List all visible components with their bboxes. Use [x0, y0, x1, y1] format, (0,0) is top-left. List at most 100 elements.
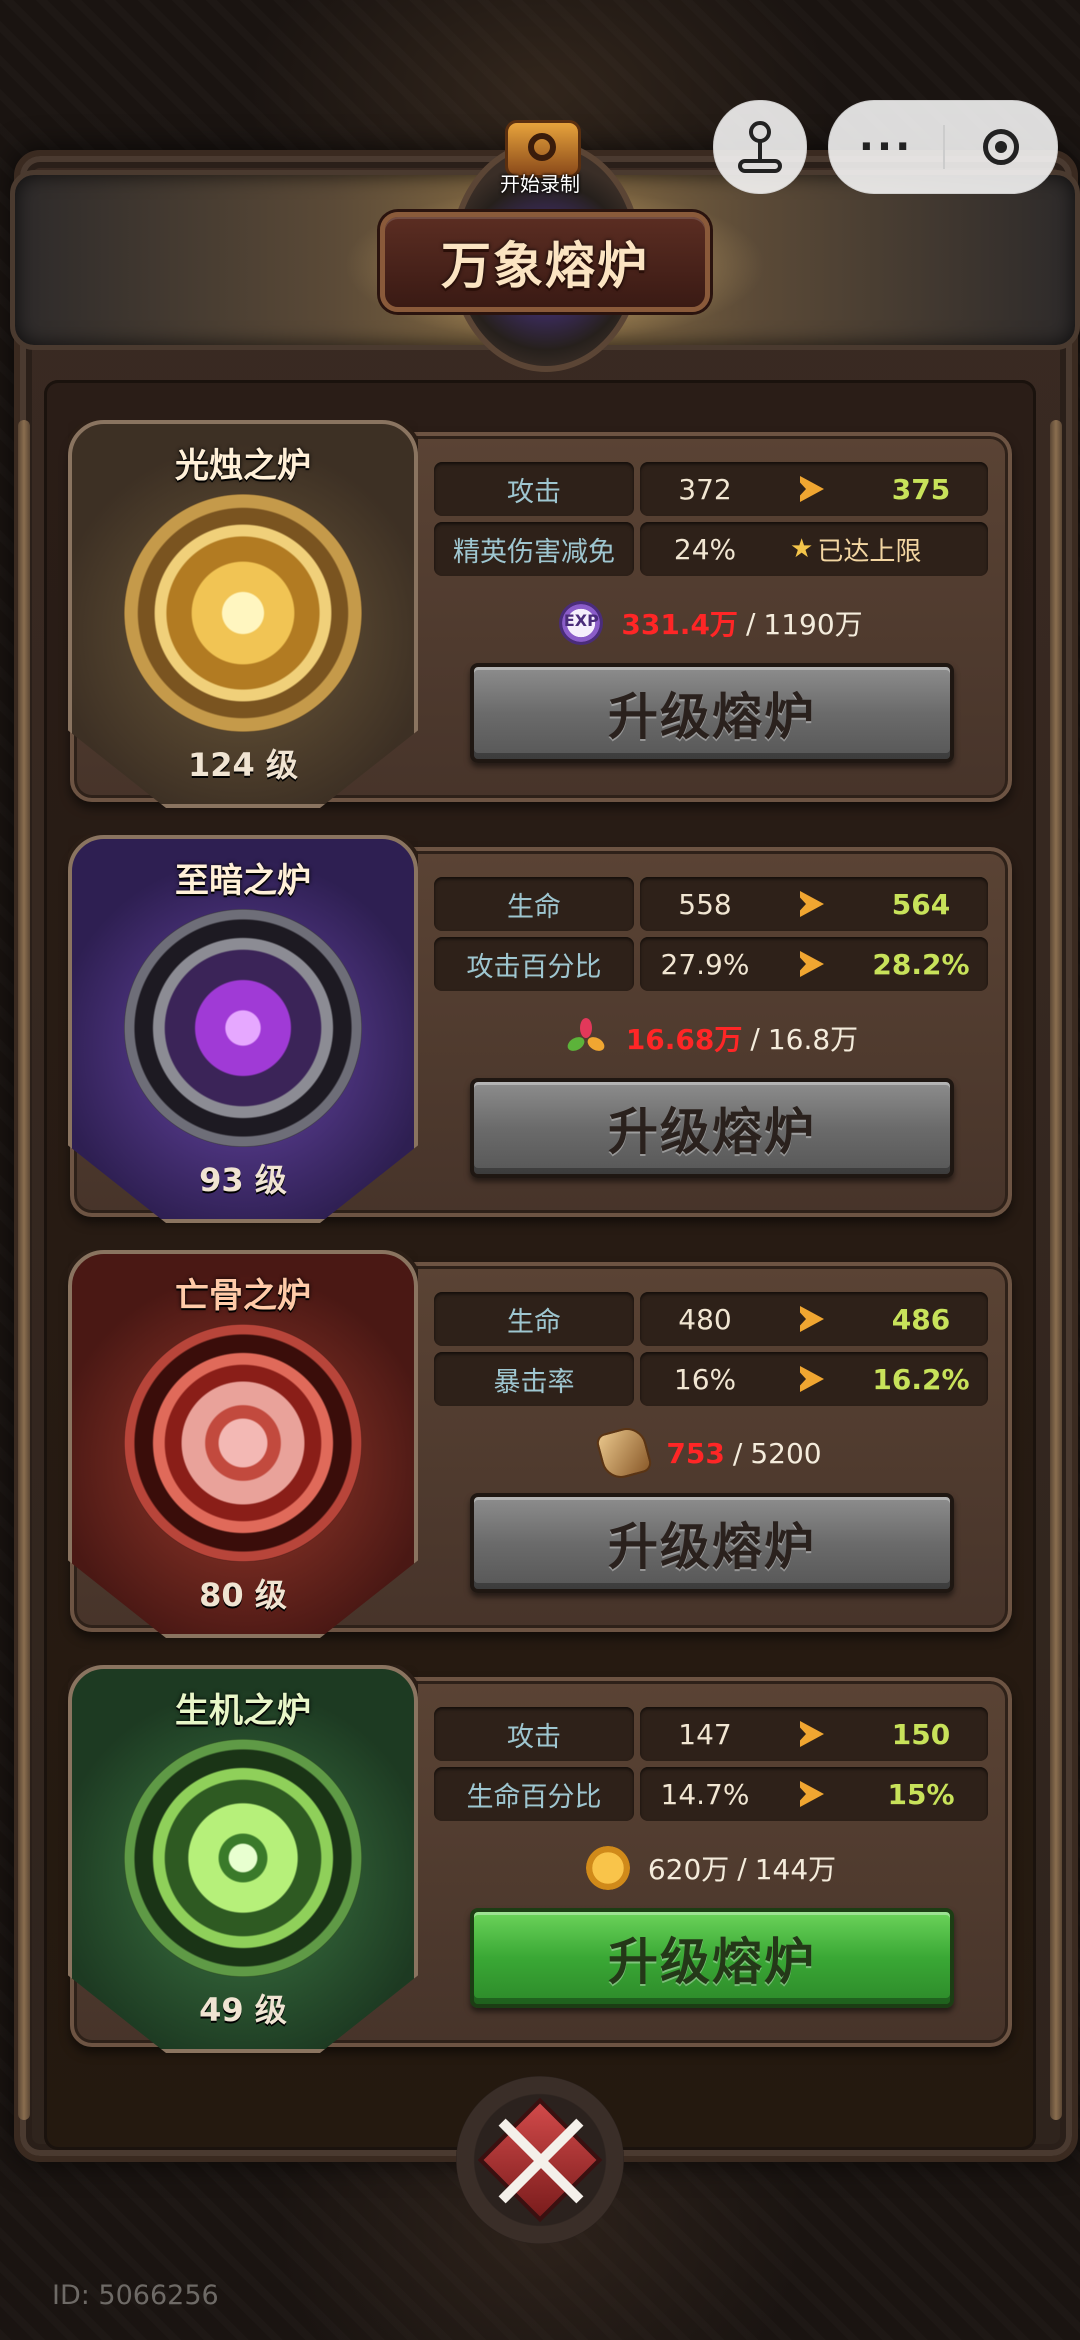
- stat-value-box: 558 564: [640, 877, 988, 931]
- stat-label: 攻击: [434, 462, 634, 516]
- stat-label: 精英伤害减免: [434, 522, 634, 576]
- stat-value-box: 480 486: [640, 1292, 988, 1346]
- joystick-icon-base: [738, 159, 782, 173]
- cap-text: 已达上限: [817, 536, 922, 567]
- cost-need: 1190万: [763, 608, 863, 641]
- stat-current: 27.9%: [660, 947, 750, 981]
- stat-label: 生命: [434, 877, 634, 931]
- cost-separator: /: [732, 1436, 743, 1470]
- upgrade-button-label: 升级熔炉: [608, 688, 816, 746]
- scroll-icon: [595, 1423, 654, 1483]
- cost-separator: /: [750, 1021, 760, 1055]
- more-dots-icon: ···: [858, 124, 914, 170]
- furnace-badge[interactable]: 亡骨之炉 80 级: [68, 1250, 418, 1638]
- stat-label: 生命百分比: [434, 1767, 634, 1821]
- light-swirl-icon: [124, 494, 362, 732]
- stat-value-box: 14.7% 15%: [640, 1767, 988, 1821]
- furnace-name: 生机之炉: [175, 1691, 311, 1731]
- cost-separator: /: [737, 1851, 747, 1885]
- upgrade-furnace-button[interactable]: 升级熔炉: [470, 1493, 954, 1593]
- stat-label: 暴击率: [434, 1352, 634, 1406]
- life-leaf-icon: [124, 1739, 362, 1977]
- cost-have: 620万: [647, 1853, 730, 1886]
- cost-need: 5200: [750, 1436, 822, 1470]
- furnace-badge[interactable]: 光烛之炉 124 级: [68, 420, 418, 808]
- cost-separator: /: [745, 606, 756, 640]
- upgrade-cost: 620万 / 144万: [434, 1843, 988, 1893]
- joystick-button[interactable]: [713, 100, 807, 194]
- flower-icon: [564, 1016, 608, 1060]
- upgrade-button-label: 升级熔炉: [608, 1933, 816, 1991]
- stat-current: 16%: [673, 1362, 737, 1396]
- upgrade-furnace-button[interactable]: 升级熔炉: [470, 1078, 954, 1178]
- upgrade-button-label: 升级熔炉: [608, 1518, 816, 1576]
- stat-label: 生命: [434, 1292, 634, 1346]
- page-title-plate: 万象熔炉: [380, 212, 710, 312]
- upgrade-furnace-button[interactable]: 升级熔炉: [470, 663, 954, 763]
- arrow-right-icon: [794, 1781, 824, 1807]
- upgrade-furnace-button[interactable]: 升级熔炉: [470, 1908, 954, 2008]
- furnace-card: 至暗之炉 93 级 生命 558 564 攻击百分比 27.9% 28.2% 1…: [68, 835, 1012, 1223]
- close-panel-button[interactable]: [456, 2076, 624, 2244]
- stat-next: 486: [891, 1302, 951, 1336]
- stat-current: 558: [678, 887, 732, 921]
- upgrade-button-label: 升级熔炉: [608, 1103, 816, 1161]
- furnace-name: 光烛之炉: [175, 446, 311, 486]
- frame-rail-left: [18, 420, 30, 2120]
- arrow-right-icon: [794, 951, 824, 977]
- joystick-icon-stem: [758, 141, 762, 161]
- record-label[interactable]: 开始录制: [480, 168, 600, 197]
- stat-current: 372: [678, 472, 732, 506]
- furnace-card: 光烛之炉 124 级 攻击 372 375 精英伤害减免 24% ★ 已达上限 …: [68, 420, 1012, 808]
- furnace-card: 亡骨之炉 80 级 生命 480 486 暴击率 16% 16.2% 753 /…: [68, 1250, 1012, 1638]
- stat-value-box: 27.9% 28.2%: [640, 937, 988, 991]
- stat-value-box: 16% 16.2%: [640, 1352, 988, 1406]
- stat-label: 攻击: [434, 1707, 634, 1761]
- furnace-card: 生机之炉 49 级 攻击 147 150 生命百分比 14.7% 15% 620…: [68, 1665, 1012, 2053]
- stat-value-box: 24% ★ 已达上限: [640, 522, 988, 576]
- stat-next: 16.2%: [872, 1362, 970, 1396]
- furnace-name: 亡骨之炉: [175, 1276, 311, 1316]
- upgrade-cost: 753 / 5200: [434, 1423, 988, 1483]
- upgrade-cost: EXP 331.4万 / 1190万: [434, 598, 988, 648]
- furnace-badge[interactable]: 至暗之炉 93 级: [68, 835, 418, 1223]
- more-button[interactable]: ···: [829, 101, 943, 193]
- stat-next: 375: [891, 472, 951, 506]
- stat-label: 攻击百分比: [434, 937, 634, 991]
- furnace-badge[interactable]: 生机之炉 49 级: [68, 1665, 418, 2053]
- joystick-icon: [749, 121, 771, 143]
- arrow-right-icon: [794, 476, 824, 502]
- menu-capsule: ···: [828, 100, 1058, 194]
- stat-current: 24%: [673, 532, 737, 566]
- target-close-icon-dot: [995, 141, 1007, 153]
- arrow-right-icon: [794, 1366, 824, 1392]
- exp-icon: EXP: [559, 601, 604, 645]
- cost-have: 753: [666, 1436, 725, 1470]
- furnace-name: 至暗之炉: [175, 861, 311, 901]
- stat-value-box: 147 150: [640, 1707, 988, 1761]
- arrow-right-icon: [794, 1721, 824, 1747]
- stat-next: 564: [891, 887, 951, 921]
- cost-have: 331.4万: [621, 608, 738, 641]
- page-title: 万象熔炉: [441, 237, 649, 295]
- frame-rail-right: [1050, 420, 1062, 2120]
- stat-current: 14.7%: [660, 1777, 750, 1811]
- stat-next: 15%: [887, 1777, 955, 1811]
- close-miniprogram-button[interactable]: [945, 101, 1057, 193]
- cost-need: 144万: [754, 1853, 837, 1886]
- arrow-right-icon: [794, 891, 824, 917]
- stat-current: 480: [678, 1302, 732, 1336]
- stat-current: 147: [678, 1717, 732, 1751]
- bone-star-icon: [124, 1324, 362, 1562]
- user-id-label: ID: 5066256: [52, 2280, 219, 2311]
- dark-triangle-icon: [124, 909, 362, 1147]
- stat-next: 150: [891, 1717, 951, 1751]
- stat-value-box: 372 375: [640, 462, 988, 516]
- arrow-right-icon: [794, 1306, 824, 1332]
- cost-need: 16.8万: [767, 1023, 859, 1056]
- coin-icon: [585, 1846, 630, 1890]
- star-icon: ★: [790, 534, 814, 564]
- cost-have: 16.68万: [625, 1023, 743, 1056]
- stat-next: 28.2%: [872, 947, 970, 981]
- stat-cap: ★ 已达上限: [790, 522, 921, 576]
